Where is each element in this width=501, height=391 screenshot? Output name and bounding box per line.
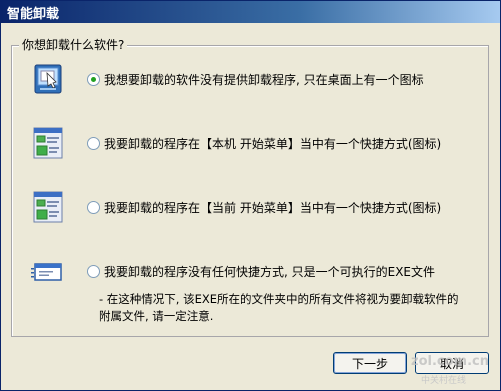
option-2-label: 我要卸载的程序在【本机 开始菜单】当中有一个快捷方式(图标) bbox=[104, 136, 442, 151]
start-menu-icon bbox=[29, 125, 65, 161]
cancel-button[interactable]: 取消 bbox=[415, 352, 489, 374]
exe-file-icon bbox=[29, 253, 65, 289]
window-title: 智能卸载 bbox=[7, 6, 60, 22]
option-1-label: 我想要卸载的软件没有提供卸载程序, 只在桌面上有一个图标 bbox=[104, 72, 424, 87]
watermark-subtext: 中关村在线 bbox=[421, 376, 467, 386]
option-local-start-menu[interactable]: 我要卸载的程序在【本机 开始菜单】当中有一个快捷方式(图标) bbox=[29, 125, 441, 161]
desktop-shortcut-icon bbox=[29, 61, 65, 97]
start-menu-icon bbox=[29, 189, 65, 225]
next-button[interactable]: 下一步 bbox=[333, 352, 407, 374]
exe-warning-note: - 在这种情况下, 该EXE所在的文件夹中的所有文件将视为要卸载软件的附属文件,… bbox=[99, 292, 459, 323]
title-bar: 智能卸载 bbox=[1, 1, 500, 23]
uninstall-dialog: 智能卸载 你想卸载什么软件? 我想要卸载的软件没有提供卸载程序, 只在桌面上有一… bbox=[0, 0, 501, 391]
radio-option-2[interactable] bbox=[87, 136, 100, 150]
radio-option-1[interactable] bbox=[87, 72, 100, 86]
group-title: 你想卸载什么软件? bbox=[19, 36, 128, 53]
option-4-label: 我要卸载的程序没有任何快捷方式, 只是一个可执行的EXE文件 bbox=[104, 264, 436, 279]
option-3-label: 我要卸载的程序在【当前 开始菜单】当中有一个快捷方式(图标) bbox=[104, 200, 442, 215]
radio-option-3[interactable] bbox=[87, 200, 100, 214]
option-exe-file[interactable]: 我要卸载的程序没有任何快捷方式, 只是一个可执行的EXE文件 bbox=[29, 253, 435, 289]
radio-option-4[interactable] bbox=[87, 264, 100, 278]
option-desktop-icon[interactable]: 我想要卸载的软件没有提供卸载程序, 只在桌面上有一个图标 bbox=[29, 61, 424, 97]
option-current-start-menu[interactable]: 我要卸载的程序在【当前 开始菜单】当中有一个快捷方式(图标) bbox=[29, 189, 441, 225]
